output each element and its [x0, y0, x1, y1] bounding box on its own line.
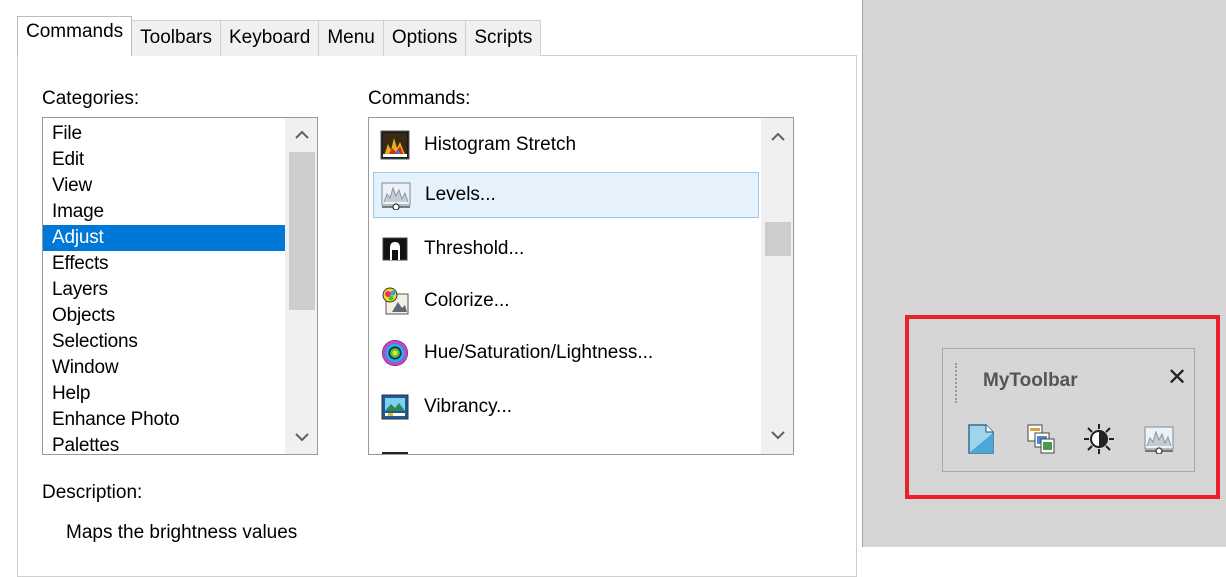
tab-options[interactable]: Options: [382, 20, 467, 56]
new-page-icon[interactable]: [963, 421, 999, 457]
tab-strip: Commands Toolbars Keyboard Menu Options …: [17, 16, 542, 56]
tab-menu[interactable]: Menu: [318, 20, 384, 56]
category-item-image[interactable]: Image: [43, 199, 287, 225]
command-item-vibrancy[interactable]: Vibrancy...: [373, 384, 759, 430]
levels-icon[interactable]: [1141, 421, 1177, 457]
customize-dialog: Commands Toolbars Keyboard Menu Options …: [0, 0, 862, 577]
categories-listbox[interactable]: File Edit View Image Adjust Effects Laye…: [42, 117, 318, 455]
category-item-help[interactable]: Help: [43, 381, 287, 407]
chevron-up-icon[interactable]: [762, 122, 793, 152]
category-item-file[interactable]: File: [43, 121, 287, 147]
colorize-icon: [380, 286, 410, 316]
toolbar-title: MyToolbar: [983, 370, 1078, 391]
category-item-adjust[interactable]: Adjust: [43, 225, 287, 251]
category-item-objects[interactable]: Objects: [43, 303, 287, 329]
category-item-view[interactable]: View: [43, 173, 287, 199]
commands-scrollbar[interactable]: [761, 118, 793, 454]
command-item-hue-map[interactable]: [373, 434, 759, 454]
tab-keyboard[interactable]: Keyboard: [219, 20, 320, 56]
category-item-selections[interactable]: Selections: [43, 329, 287, 355]
toolbar-grip-handle[interactable]: [955, 363, 961, 403]
category-item-effects[interactable]: Effects: [43, 251, 287, 277]
vibrancy-icon: [380, 392, 410, 422]
copy-images-icon[interactable]: [1023, 421, 1059, 457]
categories-scrollbar[interactable]: [285, 118, 317, 454]
command-label: Histogram Stretch: [424, 134, 577, 155]
command-item-histogram-stretch[interactable]: Histogram Stretch: [373, 122, 759, 168]
floating-toolbar[interactable]: MyToolbar ✕: [942, 348, 1195, 472]
category-item-edit[interactable]: Edit: [43, 147, 287, 173]
category-item-enhance-photo[interactable]: Enhance Photo: [43, 407, 287, 433]
description-label: Description:: [42, 482, 143, 503]
chevron-up-icon[interactable]: [286, 120, 317, 150]
hue-saturation-icon: [380, 338, 410, 368]
threshold-icon: [380, 234, 410, 264]
tab-scripts[interactable]: Scripts: [465, 20, 542, 56]
hue-map-icon: [380, 442, 410, 454]
command-label: Threshold...: [424, 238, 525, 259]
command-label: Hue/Saturation/Lightness...: [424, 342, 654, 363]
category-item-window[interactable]: Window: [43, 355, 287, 381]
category-item-palettes[interactable]: Palettes: [43, 433, 287, 454]
command-item-threshold[interactable]: Threshold...: [373, 226, 759, 272]
chevron-down-icon[interactable]: [762, 420, 793, 450]
brightness-icon[interactable]: [1081, 421, 1117, 457]
close-icon[interactable]: ✕: [1167, 366, 1187, 390]
levels-icon: [381, 180, 411, 210]
tab-commands[interactable]: Commands: [17, 16, 133, 56]
description-text: Maps the brightness values: [66, 522, 298, 543]
commands-label: Commands:: [368, 88, 471, 109]
command-label: Vibrancy...: [424, 396, 513, 417]
command-label: Colorize...: [424, 290, 510, 311]
command-item-levels[interactable]: Levels...: [373, 172, 759, 218]
categories-label: Categories:: [42, 88, 140, 109]
commands-listbox[interactable]: Histogram Stretch Levels... Threshold...…: [368, 117, 794, 455]
chevron-down-icon[interactable]: [286, 422, 317, 452]
scrollbar-thumb[interactable]: [289, 152, 315, 310]
command-item-hue-saturation-lightness[interactable]: Hue/Saturation/Lightness...: [373, 330, 759, 376]
category-item-layers[interactable]: Layers: [43, 277, 287, 303]
command-label: Levels...: [425, 184, 496, 205]
tab-toolbars[interactable]: Toolbars: [131, 20, 221, 56]
command-item-colorize[interactable]: Colorize...: [373, 278, 759, 324]
scrollbar-thumb[interactable]: [765, 222, 791, 256]
histogram-stretch-icon: [380, 130, 410, 160]
